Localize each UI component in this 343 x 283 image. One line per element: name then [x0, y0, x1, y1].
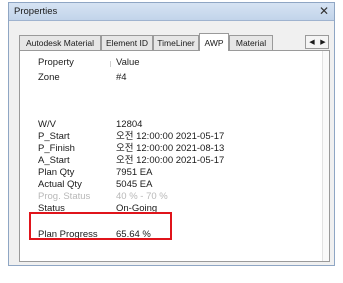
table-row[interactable]: Prog. Status 40 % - 70 % [20, 191, 310, 203]
table-row[interactable]: Zone #4 [20, 72, 310, 84]
row-value: #4 [116, 72, 127, 83]
row-value: 오전 12:00:00 2021-08-13 [116, 143, 225, 154]
table-row[interactable]: P_Finish 오전 12:00:00 2021-08-13 [20, 143, 310, 155]
row-value: 오전 12:00:00 2021-05-17 [116, 155, 225, 166]
row-key: W/V [38, 119, 56, 130]
row-key: P_Finish [38, 143, 75, 154]
row-value: 40 % - 70 % [116, 191, 168, 202]
row-key: Plan Qty [38, 167, 75, 178]
tab-element-id[interactable]: Element ID [101, 35, 153, 50]
tab-autodesk-material[interactable]: Autodesk Material [19, 35, 101, 50]
row-key: Actual Qty [38, 179, 82, 190]
tab-timeliner[interactable]: TimeLiner [153, 35, 199, 50]
close-icon[interactable]: ✕ [319, 4, 329, 18]
property-grid-header: Property Value [20, 57, 310, 69]
row-value: 오전 12:00:00 2021-05-17 [116, 131, 225, 142]
tab-material[interactable]: Material [229, 35, 273, 50]
header-property: Property [38, 57, 74, 68]
column-divider[interactable] [110, 61, 111, 67]
row-key: A_Start [38, 155, 70, 166]
window-title: Properties [14, 6, 58, 17]
title-bar: Properties ✕ [9, 3, 334, 21]
table-row[interactable]: A_Start 오전 12:00:00 2021-05-17 [20, 155, 310, 167]
tab-scroll-buttons: ◀ ▶ [305, 35, 329, 49]
table-row[interactable]: Actual Qty 5045 EA [20, 179, 310, 191]
row-key: P_Start [38, 131, 70, 142]
row-key: Prog. Status [38, 191, 91, 202]
tab-scroll-left-icon[interactable]: ◀ [307, 38, 317, 46]
row-key: Zone [38, 72, 60, 83]
row-value: 12804 [116, 119, 143, 130]
table-row[interactable]: P_Start 오전 12:00:00 2021-05-17 [20, 131, 310, 143]
table-row[interactable]: Plan Qty 7951 EA [20, 167, 310, 179]
header-value: Value [116, 57, 140, 68]
row-value: 7951 EA [116, 167, 153, 178]
vertical-scrollbar[interactable] [322, 51, 329, 261]
tab-awp[interactable]: AWP [199, 33, 229, 51]
table-row[interactable]: W/V 12804 [20, 119, 310, 131]
row-value: 5045 EA [116, 179, 153, 190]
tab-scroll-right-icon[interactable]: ▶ [318, 38, 328, 46]
status-highlight-box [29, 212, 172, 240]
